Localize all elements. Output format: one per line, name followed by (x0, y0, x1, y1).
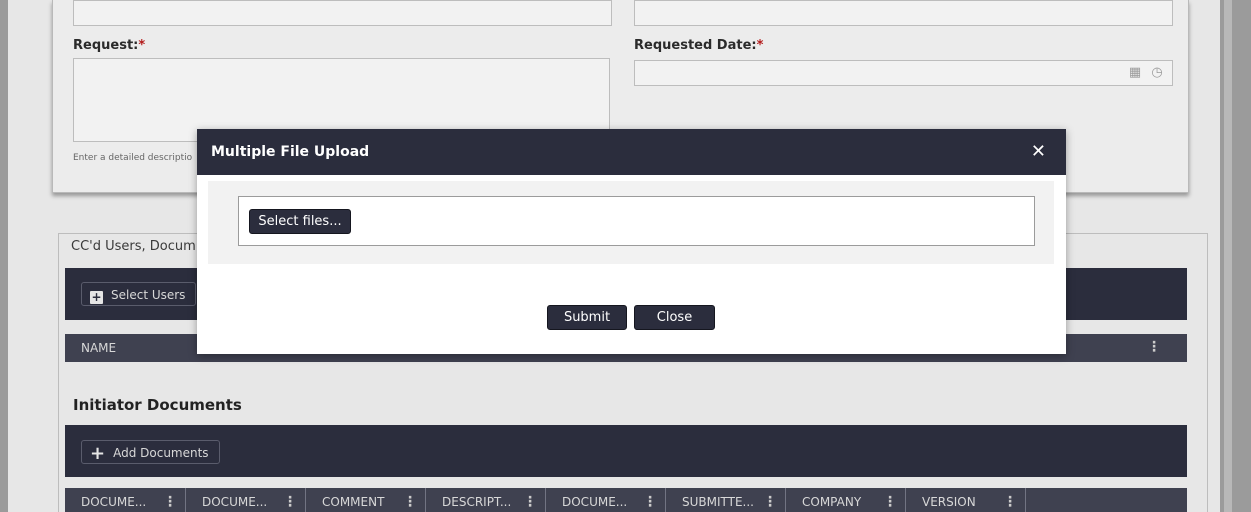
column-menu-icon: ⋮ (643, 494, 657, 510)
plus-square-icon: + (90, 290, 103, 304)
column-menu-icon: ⋮ (523, 494, 537, 510)
column-menu-icon: ⋮ (763, 494, 777, 510)
documents-grid-header: DOCUME... ⋮ DOCUME... ⋮ COMMENT ⋮ DESCRIPT.… (65, 488, 1187, 512)
documents-column-header[interactable]: DOCUME... ⋮ (546, 488, 666, 512)
add-documents-label: Add Documents (113, 446, 209, 460)
cc-users-legend: CC'd Users, Docum (68, 239, 199, 254)
column-menu-icon: ⋮ (403, 494, 417, 510)
column-menu-icon: ⋮ (883, 494, 897, 510)
select-files-button[interactable]: Select files... (249, 209, 351, 234)
close-button[interactable]: Close (634, 305, 715, 330)
column-menu-icon: ⋮ (163, 494, 177, 510)
dialog-header: Multiple File Upload ✕ (197, 129, 1066, 175)
request-label: Request:* (73, 38, 146, 53)
required-mark: * (756, 38, 764, 53)
dialog-title: Multiple File Upload (211, 144, 370, 160)
multiple-file-upload-dialog: Multiple File Upload ✕ Select files... S… (197, 129, 1066, 354)
request-hint: Enter a detailed descriptio (73, 153, 193, 163)
submit-button[interactable]: Submit (547, 305, 627, 330)
documents-column-header[interactable]: DOCUME... ⋮ (65, 488, 186, 512)
calendar-icon[interactable]: ▦ (1128, 66, 1142, 80)
upload-panel: Select files... (208, 181, 1054, 264)
documents-column-header[interactable]: COMMENT ⋮ (306, 488, 426, 512)
close-icon[interactable]: ✕ (1031, 141, 1046, 162)
documents-column-header[interactable]: DESCRIPT... ⋮ (426, 488, 546, 512)
column-menu-icon[interactable]: ⋮ (1147, 334, 1161, 360)
documents-column-header[interactable]: SUBMITTE... ⋮ (666, 488, 786, 512)
top-right-field[interactable] (634, 0, 1173, 26)
top-left-field[interactable] (73, 0, 612, 26)
clock-icon[interactable]: ◷ (1150, 66, 1164, 80)
documents-column-header[interactable]: DOCUME... ⋮ (186, 488, 306, 512)
documents-column-header[interactable]: COMPANY ⋮ (786, 488, 906, 512)
add-documents-button[interactable]: + Add Documents (81, 440, 220, 464)
plus-icon: + (90, 443, 106, 464)
initiator-documents-title: Initiator Documents (73, 396, 242, 414)
documents-toolbar: + Add Documents (65, 425, 1187, 477)
requested-date-label: Requested Date:* (634, 38, 764, 53)
documents-column-header[interactable]: VERSION ⋮ (906, 488, 1026, 512)
select-users-label: Select Users (111, 288, 186, 302)
scrollbar-track[interactable] (1224, 0, 1232, 512)
select-users-button[interactable]: + Select Users (81, 282, 197, 306)
column-menu-icon: ⋮ (1003, 494, 1017, 510)
requested-date-input[interactable]: ▦ ◷ (634, 60, 1173, 86)
column-menu-icon: ⋮ (283, 494, 297, 510)
file-dropzone[interactable]: Select files... (238, 196, 1035, 246)
required-mark: * (138, 38, 146, 53)
